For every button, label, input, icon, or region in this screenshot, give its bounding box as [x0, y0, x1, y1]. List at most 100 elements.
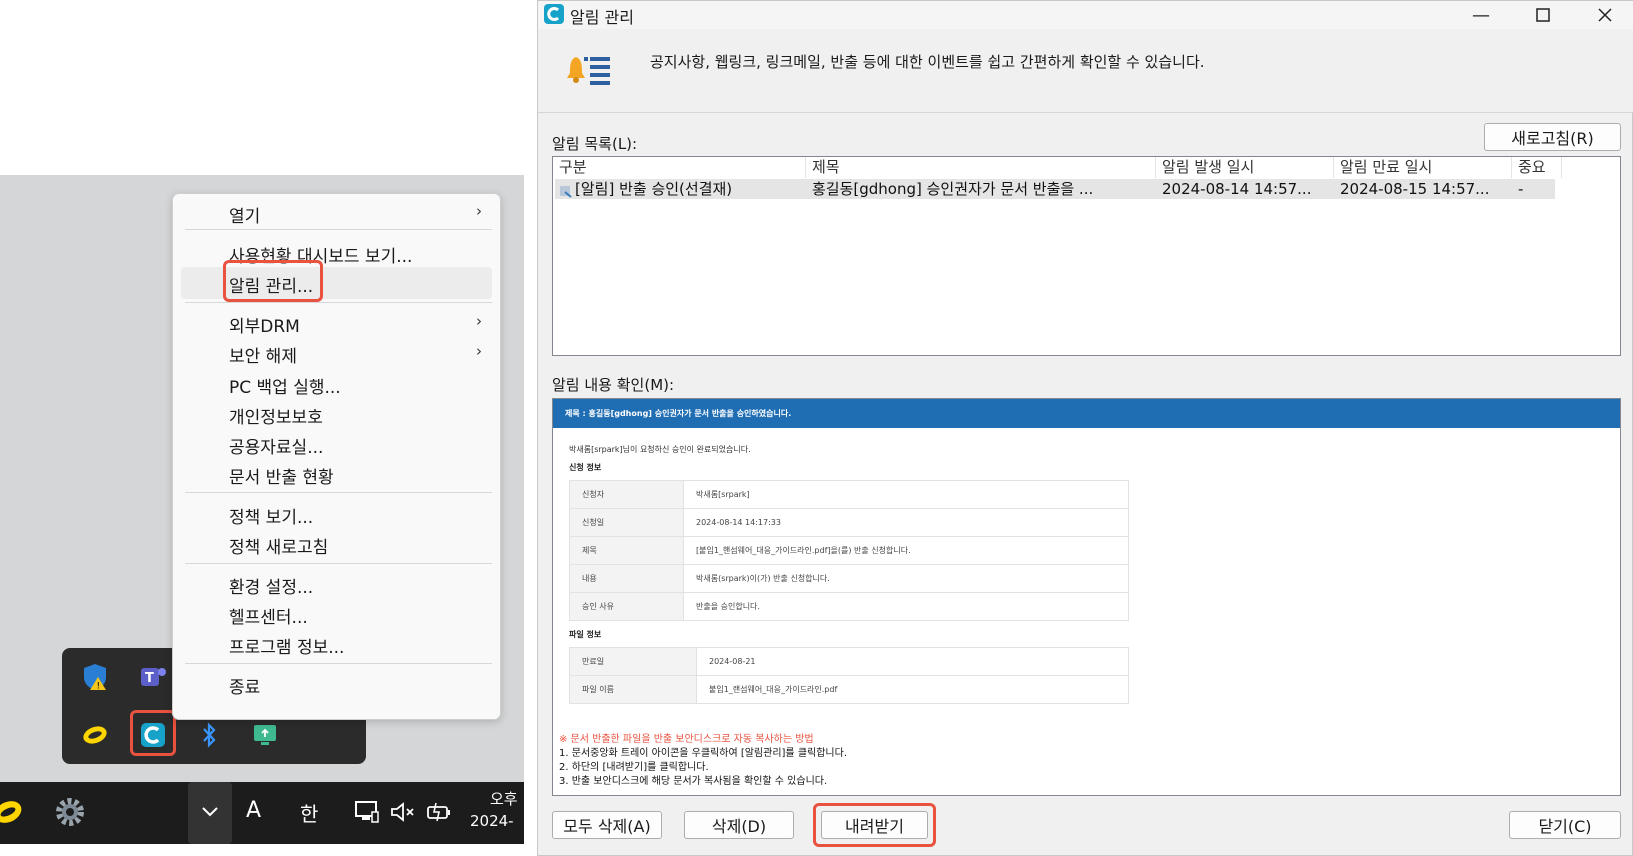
- table-row: 파일 이름 붙임1_랜섬웨어_대응_가이드라인.pdf: [569, 675, 1129, 704]
- note-title: ※ 문서 반출한 파일을 반출 보안디스크로 자동 복사하는 방법: [559, 734, 814, 745]
- menu-item-open[interactable]: 열기: [229, 202, 260, 227]
- bluetooth-icon[interactable]: [192, 718, 226, 752]
- column-header-type[interactable]: 구분: [553, 157, 806, 178]
- info-value: 붙임1_랜섬웨어_대응_가이드라인.pdf: [696, 675, 1129, 704]
- app-c-icon: [544, 4, 564, 28]
- info-value: 2024-08-21: [696, 647, 1129, 676]
- description-banner: 공지사항, 웹링크, 링크메일, 반출 등에 대한 이벤트를 쉽고 간편하게 확…: [538, 29, 1633, 113]
- refresh-button[interactable]: 새로고침(R): [1484, 123, 1621, 151]
- menu-item-export-status[interactable]: 문서 반출 현황: [229, 463, 334, 488]
- column-header-expires[interactable]: 알림 만료 일시: [1334, 157, 1512, 178]
- title-bar: 알림 관리 —: [538, 1, 1633, 29]
- notification-list[interactable]: 구분 제목 알림 발생 일시 알림 만료 일시 중요 [알림] 반출 승인(선결…: [552, 156, 1621, 356]
- note-line: 2. 하단의 [내려받기]를 클릭합니다.: [559, 762, 709, 773]
- tray-overflow-button[interactable]: [188, 782, 232, 844]
- row-subject: 홍길동[gdhong] 승인권자가 문서 반출을 ...: [812, 180, 1094, 198]
- file-info-table: 만료일 2024-08-21 파일 이름 붙임1_랜섬웨어_대응_가이드라인.pdf: [569, 647, 1129, 704]
- messenger-taskbar-icon[interactable]: [0, 796, 26, 832]
- messenger-icon[interactable]: [78, 718, 112, 752]
- taskbar: A 한 오후 2024-: [0, 782, 524, 844]
- chevron-right-icon: ›: [476, 342, 482, 360]
- settings-gear-icon[interactable]: [52, 794, 88, 834]
- menu-separator: [185, 663, 492, 664]
- content-label: 알림 내용 확인(M):: [552, 376, 675, 394]
- maximize-button[interactable]: [1520, 1, 1566, 29]
- menu-item-shared-library[interactable]: 공용자료실...: [229, 433, 323, 458]
- svg-text:T: T: [145, 671, 154, 686]
- menu-item-privacy[interactable]: 개인정보보호: [229, 403, 323, 428]
- row-type: [알림] 반출 승인(선결재): [575, 180, 733, 198]
- description-text: 공지사항, 웹링크, 링크메일, 반출 등에 대한 이벤트를 쉽고 간편하게 확…: [650, 53, 1205, 71]
- content-subject-header: 제목 : 홍길동[gdhong] 승인권자가 문서 반출을 승인하였습니다.: [553, 399, 1620, 428]
- info-key: 만료일: [569, 647, 697, 676]
- info-key: 신청자: [569, 480, 684, 509]
- row-created: 2024-08-14 14:57...: [1162, 180, 1312, 198]
- tray-context-menu: 열기 › 사용현황 대시보드 보기... 알림 관리... 외부DRM › 보안…: [172, 193, 501, 720]
- menu-item-refresh-policy[interactable]: 정책 새로고침: [229, 533, 328, 558]
- menu-item-security-release[interactable]: 보안 해제: [229, 342, 297, 367]
- info-value: 박새롬(srpark)이(가) 반출 신청합니다.: [683, 564, 1129, 593]
- defender-warning-icon[interactable]: !: [78, 660, 112, 694]
- download-button-highlight: [813, 803, 936, 847]
- column-header-subject[interactable]: 제목: [806, 157, 1156, 178]
- teams-icon[interactable]: T: [136, 660, 170, 694]
- content-intro: 박새롬[srpark]님이 요청하신 승인이 완료되었습니다.: [569, 445, 751, 454]
- info-key: 승인 사유: [569, 592, 684, 621]
- window-title: 알림 관리: [570, 8, 634, 27]
- row-expires: 2024-08-15 14:57...: [1340, 180, 1490, 198]
- table-row: 신청자 박새롬[srpark]: [569, 480, 1129, 509]
- info-value: 박새롬[srpark]: [683, 480, 1129, 509]
- column-header-important[interactable]: 중요: [1512, 157, 1562, 178]
- table-row: 내용 박새롬(srpark)이(가) 반출 신청합니다.: [569, 564, 1129, 593]
- clock-line1[interactable]: 오후: [490, 788, 518, 809]
- notification-content-viewer[interactable]: 제목 : 홍길동[gdhong] 승인권자가 문서 반출을 승인하였습니다. 박…: [552, 398, 1621, 796]
- info-key: 파일 이름: [569, 675, 697, 704]
- info-value: 2024-08-14 14:17:33: [683, 508, 1129, 537]
- menu-item-settings[interactable]: 환경 설정...: [229, 573, 313, 598]
- close-button[interactable]: 닫기(C): [1509, 811, 1621, 839]
- menu-separator: [185, 229, 492, 230]
- menu-item-external-drm[interactable]: 외부DRM: [229, 312, 300, 337]
- info-key: 신청일: [569, 508, 684, 537]
- bell-list-icon: [566, 51, 612, 95]
- chevron-right-icon: ›: [476, 202, 482, 220]
- column-header-created[interactable]: 알림 발생 일시: [1156, 157, 1334, 178]
- info-value: 반출을 승인합니다.: [683, 592, 1129, 621]
- list-label: 알림 목록(L):: [552, 135, 638, 153]
- menu-item-help-center[interactable]: 헬프센터...: [229, 603, 308, 628]
- request-section-title: 신청 정보: [569, 463, 602, 472]
- row-important: -: [1518, 180, 1524, 198]
- menu-separator: [185, 492, 492, 493]
- ime-mode-a[interactable]: A: [246, 798, 261, 823]
- menu-item-exit[interactable]: 종료: [229, 673, 260, 698]
- chevron-right-icon: ›: [476, 312, 482, 330]
- table-row: 만료일 2024-08-21: [569, 647, 1129, 676]
- clock-line2[interactable]: 2024-: [470, 812, 514, 830]
- battery-icon[interactable]: [426, 800, 452, 828]
- screen-share-icon[interactable]: [248, 718, 282, 752]
- svg-text:!: !: [97, 682, 101, 692]
- menu-item-highlight: [223, 260, 323, 302]
- ime-mode-han[interactable]: 한: [300, 798, 318, 827]
- menu-item-program-info[interactable]: 프로그램 정보...: [229, 633, 344, 658]
- menu-item-pc-backup[interactable]: PC 백업 실행...: [229, 373, 341, 398]
- network-icon[interactable]: [354, 800, 380, 828]
- note-line: 1. 문서중앙화 트레이 아이콘을 우클릭하여 [알림관리]를 클릭합니다.: [559, 748, 847, 759]
- info-key: 제목: [569, 536, 684, 565]
- tray-icon-highlight: [130, 710, 176, 756]
- request-info-table: 신청자 박새롬[srpark] 신청일 2024-08-14 14:17:33 제목…: [569, 480, 1129, 621]
- note-line: 3. 반출 보안디스크에 해당 문서가 복사됨을 확인할 수 있습니다.: [559, 776, 828, 787]
- menu-separator: [185, 302, 492, 303]
- info-key: 내용: [569, 564, 684, 593]
- minimize-button[interactable]: —: [1458, 1, 1504, 29]
- menu-item-view-policy[interactable]: 정책 보기...: [229, 503, 313, 528]
- file-section-title: 파일 정보: [569, 630, 602, 639]
- table-row: 승인 사유 반출을 승인합니다.: [569, 592, 1129, 621]
- speaker-muted-icon[interactable]: [390, 800, 416, 828]
- delete-button[interactable]: 삭제(D): [684, 811, 794, 839]
- delete-all-button[interactable]: 모두 삭제(A): [552, 811, 662, 839]
- table-row: 신청일 2024-08-14 14:17:33: [569, 508, 1129, 537]
- menu-separator: [185, 563, 492, 564]
- close-window-button[interactable]: [1582, 1, 1628, 29]
- table-row: 제목 [붙임1_핸섬웨어_대응_가이드라인.pdf]을(를) 반출 신청합니다.: [569, 536, 1129, 565]
